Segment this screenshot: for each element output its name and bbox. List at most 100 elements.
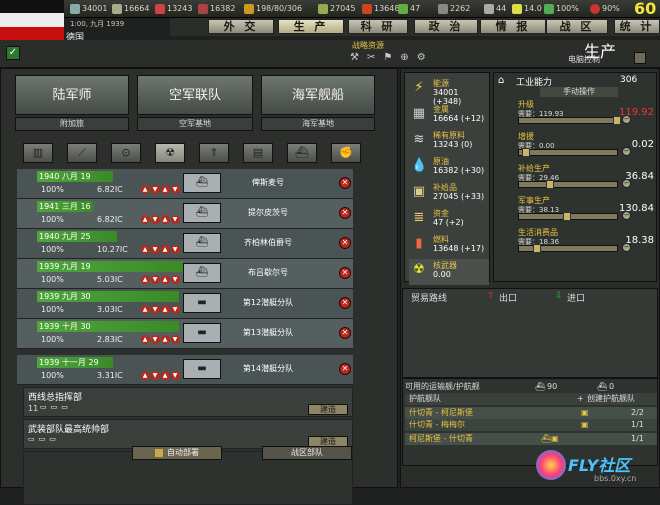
ship-icon: ⛴ [183,203,221,223]
queue-arrows[interactable]: ▲ ▼ ▲ ▼ [141,304,181,314]
minus-icon[interactable]: − [622,211,631,220]
fort-icon[interactable]: ✊ [331,143,361,163]
transport-icon: ⛴ [535,382,546,391]
air-base-button[interactable]: 空军基地 [137,117,253,131]
naval-ship-button[interactable]: 海军舰船 [261,75,375,115]
stock-icon [398,3,408,14]
checkbox-icon [155,448,163,457]
strategic-resources-label: 战略资源 [352,41,384,50]
resource-value: 13243 (0) [433,140,473,149]
queue-unit-name: 布吕歇尔号 [248,268,288,277]
queue-ic: 5.03IC [97,275,123,284]
tab-diplomacy[interactable]: 外 交 [208,19,274,34]
build-button[interactable]: 建造 [308,404,348,415]
queue-arrows[interactable]: ▲ ▼ ▲ ▼ [141,274,181,284]
checkbox-icon[interactable]: ✓ [6,46,20,60]
queue-row[interactable]: 1939 九月 19 100% 5.03IC ▲ ▼ ▲ ▼ ⛴ 布吕歇尔号 ✕ [17,259,353,289]
tab-intelligence[interactable]: 情 报 [480,19,546,34]
convoy-row[interactable]: 什切青 - 梅梅尔 ▣ 1/1 [405,419,657,431]
slot-slider[interactable] [518,117,618,124]
slot-slider[interactable] [518,181,618,188]
rare-icon: ≋ [413,132,425,147]
land-division-button[interactable]: 陆军师 [15,75,129,115]
tab-production[interactable]: 生 产 [278,19,344,34]
resource-tools[interactable]: ⚒✂⚑⊕⚙ [350,52,446,66]
resource-fuel: ▮ 燃料 13648 (+17) [409,233,489,259]
cancel-icon[interactable]: ✕ [339,297,351,309]
slider-knob[interactable] [533,244,541,253]
slider-knob[interactable] [522,148,530,157]
nuke-readout: 14.0 [512,2,542,15]
convoy-row[interactable]: 柯尼斯堡 - 什切青 ⛴▣ 1/1 [405,433,657,445]
slider-knob[interactable] [563,212,571,221]
queue-ic: 10.27IC [97,245,128,254]
hq-title: 西线总指挥部 [28,393,83,403]
country-flag[interactable] [0,0,64,40]
minus-icon[interactable]: − [622,179,631,188]
queue-ic: 3.31IC [97,371,123,380]
queue-row[interactable]: 1939 十月 30 100% 2.83IC ▲ ▼ ▲ ▼ ▬ 第13潜艇分队 ✕ [17,319,353,349]
factory-icon[interactable]: ▥ [23,143,53,163]
theater-units-button[interactable]: 战区部队 [262,446,352,460]
cancel-icon[interactable]: ✕ [339,267,351,279]
tab-statistics[interactable]: 统 计 [614,19,660,34]
queue-arrows[interactable]: ▲ ▼ ▲ ▼ [141,214,181,224]
queue-arrows[interactable]: ▲ ▼ ▲ ▼ [141,184,181,194]
cancel-icon[interactable]: ✕ [339,237,351,249]
people-icon [438,3,448,14]
hq-okw[interactable]: 武装部队最高统帅部 ▭▭▭ 建造 [23,419,353,449]
manual-control[interactable]: 手动操作 [540,87,618,97]
add-icon[interactable]: + [577,393,584,405]
slider-knob[interactable] [613,116,621,125]
ai-toggle[interactable] [634,52,646,64]
rocket-icon[interactable]: ⇑ [199,143,229,163]
infrastructure-icon[interactable]: ▤ [243,143,273,163]
queue-row[interactable]: 1940 九月 25 100% 10.27IC ▲ ▼ ▲ ▼ ⛴ 齐柏林伯爵号 ✕ [17,229,353,259]
brigade-button[interactable]: 附加旅 [15,117,129,131]
queue-arrows[interactable]: ▲ ▼ ▲ ▼ [141,244,181,254]
cancel-icon[interactable]: ✕ [339,177,351,189]
nuclear-icon[interactable]: ☢ [155,143,185,163]
queue-progress: 100% [41,245,64,254]
auto-deploy-button[interactable]: 自动部署 [132,446,222,460]
dissent-readout: 44 [484,2,506,15]
cancel-icon[interactable]: ✕ [339,363,351,375]
queue-arrows[interactable]: ▲ ▼ ▲ ▼ [141,370,181,380]
cancel-icon[interactable]: ✕ [339,207,351,219]
convoy-row[interactable]: 什切青 - 柯尼斯堡 ▣ 2/2 [405,407,657,419]
queue-progress: 100% [41,185,64,194]
unit-type-icons: ▭▭▭ [40,403,72,411]
convoy-count: 1/1 [631,434,644,443]
queue-row[interactable]: 1940 八月 19 100% 6.82IC ▲ ▼ ▲ ▼ ⛴ 俾斯麦号 ✕ [17,169,353,199]
queue-row[interactable]: 1939 九月 30 100% 3.03IC ▲ ▼ ▲ ▼ ▬ 第12潜艇分队 ✕ [17,289,353,319]
minus-icon[interactable]: − [622,115,631,124]
tab-theater[interactable]: 战 区 [546,19,608,34]
slot-consumer: 生活消费品 需要：18.36 18.38− [518,227,654,257]
submarine-icon: ▬ [183,359,221,379]
slot-slider[interactable] [518,149,618,156]
export-label[interactable]: 出口 [499,291,517,304]
queue-arrows[interactable]: ▲ ▼ ▲ ▼ [141,334,181,344]
manpower-icon [70,3,80,14]
ship-icon[interactable]: ⛴ [287,143,317,163]
minus-icon[interactable]: − [622,243,631,252]
naval-base-button[interactable]: 海军基地 [261,117,375,131]
air-wing-button[interactable]: 空军联队 [137,75,253,115]
create-convoy-button[interactable]: 创建护航舰队 [587,393,635,405]
hq-west[interactable]: 西线总指挥部 11 ▭▭▭ 建造 [23,387,353,417]
queue-row[interactable]: 1939 十一月 29 100% 3.31IC ▲ ▼ ▲ ▼ ▬ 第14潜艇分队 ✕ [17,355,353,385]
aa-icon[interactable]: ⟋ [67,143,97,163]
radar-icon[interactable]: ⊙ [111,143,141,163]
cancel-icon[interactable]: ✕ [339,327,351,339]
slider-knob[interactable] [546,180,554,189]
tab-politics[interactable]: 政 治 [414,19,478,34]
convoy-columns: 护航舰队 + 创建护航舰队 [405,393,657,405]
resource-money: ≣ 资金 47 (+2) [409,207,489,233]
queue-row[interactable]: 1941 三月 16 100% 6.82IC ▲ ▼ ▲ ▼ ⛴ 提尔皮茨号 ✕ [17,199,353,229]
hq-title: 武装部队最高统帅部 [28,425,110,435]
game-speed[interactable]: 60 [634,0,656,18]
minus-icon[interactable]: − [622,147,631,156]
import-label[interactable]: 进口 [567,291,585,304]
submarine-icon: ▬ [183,323,221,343]
tab-research[interactable]: 科 研 [348,19,408,34]
